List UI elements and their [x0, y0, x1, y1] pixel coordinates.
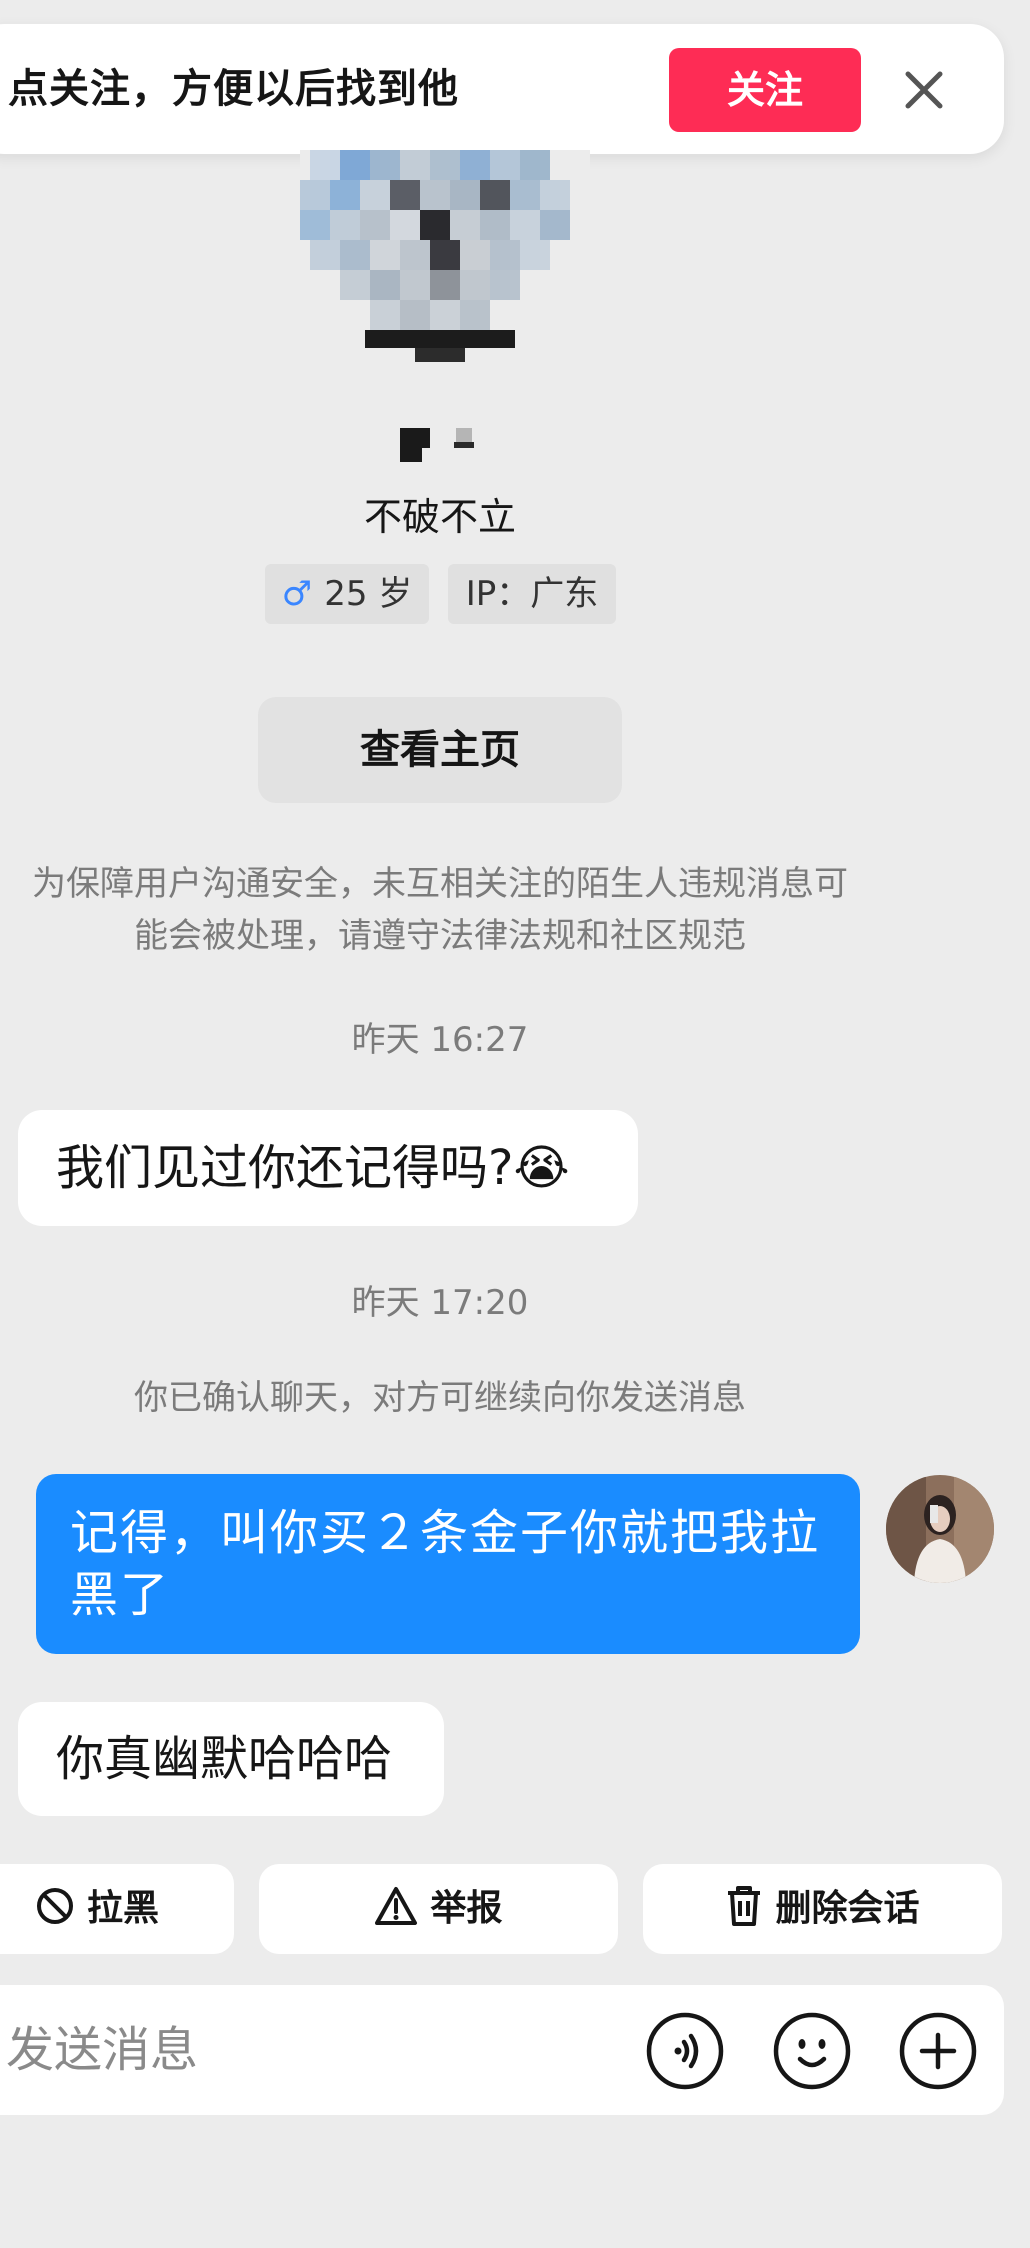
- message-composer: [0, 1985, 1004, 2115]
- trash-icon: [728, 1886, 761, 1926]
- timestamp: 昨天 17:20: [351, 1283, 529, 1323]
- follow-button[interactable]: 关注: [669, 48, 861, 132]
- follow-banner: 点关注，方便以后找到他 关注: [0, 24, 1004, 154]
- report-button[interactable]: 举报: [259, 1864, 618, 1954]
- timestamp: 昨天 16:27: [351, 1020, 529, 1060]
- close-icon[interactable]: [902, 68, 946, 112]
- block-label: 拉黑: [86, 1888, 159, 1929]
- view-profile-button[interactable]: 查看主页: [258, 697, 622, 803]
- block-button[interactable]: 拉黑: [0, 1864, 234, 1954]
- male-icon: ♂: [281, 574, 313, 614]
- incoming-message[interactable]: 我们见过你还记得吗?😭: [18, 1110, 638, 1226]
- age-label: 25 岁: [324, 574, 413, 614]
- safety-notice: 为保障用户沟通安全，未互相关注的陌生人违规消息可 能会被处理，请遵守法律法规和社…: [0, 858, 880, 962]
- delete-label: 删除会话: [775, 1888, 920, 1929]
- chat-confirmed-notice: 你已确认聊天，对方可继续向你发送消息: [134, 1378, 746, 1418]
- peer-avatar[interactable]: [300, 150, 590, 370]
- delete-conversation-button[interactable]: 删除会话: [643, 1864, 1002, 1954]
- incoming-message[interactable]: 你真幽默哈哈哈: [18, 1702, 444, 1816]
- ip-location-badge: IP：广东: [448, 564, 616, 624]
- my-avatar[interactable]: [886, 1475, 994, 1583]
- safety-notice-line-1: 为保障用户沟通安全，未互相关注的陌生人违规消息可: [32, 864, 848, 904]
- gender-age-badge: ♂ 25 岁: [265, 564, 429, 624]
- report-label: 举报: [430, 1888, 503, 1929]
- peer-name: 不破不立: [363, 495, 516, 539]
- outgoing-message[interactable]: 记得，叫你买２条金子你就把我拉黑了: [36, 1474, 860, 1654]
- message-input[interactable]: [6, 1985, 566, 2115]
- safety-notice-line-2: 能会被处理，请遵守法律法规和社区规范: [134, 916, 746, 956]
- peer-tag-icon: [400, 428, 474, 464]
- emoji-icon[interactable]: [772, 2011, 852, 2091]
- warning-icon: [375, 1887, 418, 1925]
- follow-prompt-text: 点关注，方便以后找到他: [8, 66, 459, 112]
- voice-icon[interactable]: [645, 2011, 725, 2091]
- plus-icon[interactable]: [898, 2011, 978, 2091]
- block-icon: [36, 1888, 73, 1924]
